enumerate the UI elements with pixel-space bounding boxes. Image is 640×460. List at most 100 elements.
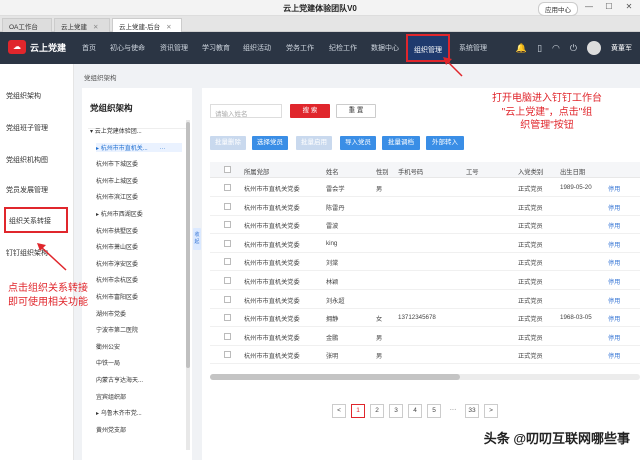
table-row[interactable]: 杭州市市直机关党委 king 正式党员 停用 bbox=[210, 235, 640, 253]
select-all-checkbox[interactable] bbox=[224, 166, 231, 173]
table-scrollbar[interactable] bbox=[210, 374, 640, 380]
table-row[interactable]: 杭州市市直机关党委 刘永超 正式党员 停用 bbox=[210, 291, 640, 309]
nav-discipline[interactable]: 纪检工作 bbox=[329, 43, 357, 53]
row-checkbox[interactable] bbox=[224, 351, 231, 359]
disable-link[interactable]: 停用 bbox=[608, 314, 620, 323]
nav-org-management[interactable]: 组织管理 bbox=[406, 34, 450, 62]
tab-oa[interactable]: OA工作台 bbox=[2, 18, 52, 32]
bell-icon[interactable]: 🔔 bbox=[516, 43, 527, 54]
close-tab-icon[interactable]: ✕ bbox=[166, 24, 171, 31]
disable-link[interactable]: 停用 bbox=[608, 333, 620, 342]
nav-system[interactable]: 系统管理 bbox=[459, 43, 487, 53]
close-tab-icon[interactable]: ✕ bbox=[93, 24, 98, 31]
prev-page-button[interactable]: < bbox=[332, 404, 346, 418]
table-row[interactable]: 杭州市市直机关党委 刘棠 正式党员 停用 bbox=[210, 253, 640, 272]
tree-node[interactable]: 黄州党支部 bbox=[96, 425, 126, 434]
tree-node[interactable]: ▸ 杭州市西湖区委 bbox=[96, 209, 143, 218]
disable-link[interactable]: 停用 bbox=[608, 296, 620, 305]
tree-node[interactable]: 杭州市淳安区委 bbox=[96, 259, 138, 268]
headset-icon[interactable]: ◠ bbox=[552, 43, 560, 54]
batch-delete-button[interactable]: 批量删除 bbox=[210, 136, 246, 150]
tree-node[interactable]: 杭州市富阳区委 bbox=[96, 292, 138, 301]
tree-node[interactable]: 宁波市第二医院 bbox=[96, 325, 138, 334]
exit-icon[interactable]: ⏻ bbox=[570, 43, 577, 54]
tree-scrollbar[interactable] bbox=[186, 120, 190, 450]
tree-node[interactable]: 杭州市下城区委 bbox=[96, 159, 138, 168]
nav-activity[interactable]: 组织活动 bbox=[243, 43, 271, 53]
book-icon[interactable]: ▯ bbox=[537, 43, 542, 54]
disable-link[interactable]: 停用 bbox=[608, 351, 620, 360]
row-checkbox[interactable] bbox=[224, 332, 231, 340]
app-center-button[interactable]: 应用中心 bbox=[538, 2, 578, 16]
row-checkbox[interactable] bbox=[224, 221, 231, 229]
collapse-toggle[interactable]: 收起 bbox=[193, 228, 201, 250]
page-4[interactable]: 4 bbox=[408, 404, 422, 418]
reset-button[interactable]: 重 置 bbox=[336, 104, 376, 118]
page-last[interactable]: 33 bbox=[465, 404, 479, 418]
tab-yunshang[interactable]: 云上党建 ✕ bbox=[54, 18, 110, 32]
batch-enable-button[interactable]: 批量启用 bbox=[296, 136, 332, 150]
sidebar-item-dingtalk[interactable]: 钉钉组织架构 bbox=[6, 248, 48, 258]
page-5[interactable]: 5 bbox=[427, 404, 441, 418]
name-search-input[interactable]: 请输入姓名 bbox=[210, 104, 282, 118]
next-page-button[interactable]: > bbox=[484, 404, 498, 418]
table-row[interactable]: 杭州市市直机关党委 雷波 正式党员 停用 bbox=[210, 216, 640, 235]
row-checkbox[interactable] bbox=[224, 239, 231, 247]
page-3[interactable]: 3 bbox=[389, 404, 403, 418]
close-icon[interactable]: ✕ bbox=[622, 2, 636, 11]
table-row[interactable]: 杭州市市直机关党委 金鹏 男 正式党员 停用 bbox=[210, 328, 640, 346]
tree-node[interactable]: ▸ 杭州市市直机关... ··· bbox=[96, 142, 182, 152]
maximize-icon[interactable]: ☐ bbox=[602, 2, 616, 11]
row-checkbox[interactable] bbox=[224, 314, 231, 322]
avatar[interactable] bbox=[587, 41, 601, 55]
nav-news[interactable]: 资讯管理 bbox=[160, 43, 188, 53]
tree-node[interactable]: ▸ 乌鲁木齐市党... bbox=[96, 408, 142, 417]
disable-link[interactable]: 停用 bbox=[608, 258, 620, 267]
tree-node[interactable]: 宜宾组织部 bbox=[96, 392, 126, 401]
sidebar-item-transfer[interactable]: 组织关系转接 bbox=[4, 207, 68, 233]
tree-node[interactable]: 杭州市上城区委 bbox=[96, 176, 138, 185]
tab-backend[interactable]: 云上党建-后台 ✕ bbox=[112, 18, 182, 32]
more-icon[interactable]: ··· bbox=[158, 146, 165, 152]
row-checkbox[interactable] bbox=[224, 184, 231, 191]
row-checkbox[interactable] bbox=[224, 258, 231, 266]
sidebar-item-development[interactable]: 党员发展管理 bbox=[6, 185, 48, 195]
table-row[interactable]: 杭州市市直机关党委 雷会学 男 正式党员 1989-05-20 停用 bbox=[210, 179, 640, 197]
table-row[interactable]: 杭州市市直机关党委 陈雷丹 正式党员 停用 bbox=[210, 198, 640, 216]
tree-node[interactable]: 杭州市余杭区委 bbox=[96, 275, 138, 284]
import-member-button[interactable]: 导入党员 bbox=[340, 136, 376, 150]
table-row[interactable]: 杭州市市直机关党委 拥静 女 13712345678 正式党员 1968-03-05 停用 bbox=[210, 309, 640, 328]
tree-node[interactable]: 中铁一局 bbox=[96, 358, 120, 367]
page-2[interactable]: 2 bbox=[370, 404, 384, 418]
page-1[interactable]: 1 bbox=[351, 404, 365, 418]
disable-link[interactable]: 停用 bbox=[608, 203, 620, 212]
disable-link[interactable]: 停用 bbox=[608, 277, 620, 286]
search-button[interactable]: 搜 索 bbox=[290, 104, 330, 118]
table-row[interactable]: 杭州市市直机关党委 林颖 正式党员 停用 bbox=[210, 272, 640, 290]
table-row[interactable]: 杭州市市直机关党委 张明 男 正式党员 停用 bbox=[210, 346, 640, 365]
nav-study[interactable]: 学习教育 bbox=[202, 43, 230, 53]
tree-node[interactable]: ▾ 云上党建体验团... bbox=[90, 126, 142, 135]
tree-node[interactable]: 内蒙古亨达海天... bbox=[96, 375, 143, 384]
tree-node[interactable]: 杭州市滨江区委 bbox=[96, 192, 138, 201]
tree-node[interactable]: 湖州市党委 bbox=[96, 309, 126, 318]
external-transfer-button[interactable]: 外部转入 bbox=[426, 136, 464, 150]
disable-link[interactable]: 停用 bbox=[608, 221, 620, 230]
tree-node[interactable]: 衢州公安 bbox=[96, 342, 120, 351]
sidebar-item-org-structure[interactable]: 党组织架构 bbox=[6, 91, 41, 101]
nav-data-center[interactable]: 数据中心 bbox=[371, 43, 399, 53]
minimize-icon[interactable]: — bbox=[582, 2, 596, 11]
disable-link[interactable]: 停用 bbox=[608, 184, 620, 193]
row-checkbox[interactable] bbox=[224, 277, 231, 284]
sidebar-item-team[interactable]: 党组班子管理 bbox=[6, 123, 48, 133]
nav-party-work[interactable]: 党务工作 bbox=[286, 43, 314, 53]
nav-home[interactable]: 首页 bbox=[82, 43, 96, 53]
user-name[interactable]: 黄董军 bbox=[611, 43, 632, 53]
tree-node[interactable]: 杭州市萧山区委 bbox=[96, 242, 138, 251]
select-member-button[interactable]: 选择党员 bbox=[252, 136, 288, 150]
sidebar-item-org-chart[interactable]: 党组织机构图 bbox=[6, 155, 48, 165]
row-checkbox[interactable] bbox=[224, 295, 231, 303]
tree-node[interactable]: 杭州市拱墅区委 bbox=[96, 226, 138, 235]
nav-mission[interactable]: 初心与使命 bbox=[110, 43, 145, 53]
row-checkbox[interactable] bbox=[224, 202, 231, 210]
